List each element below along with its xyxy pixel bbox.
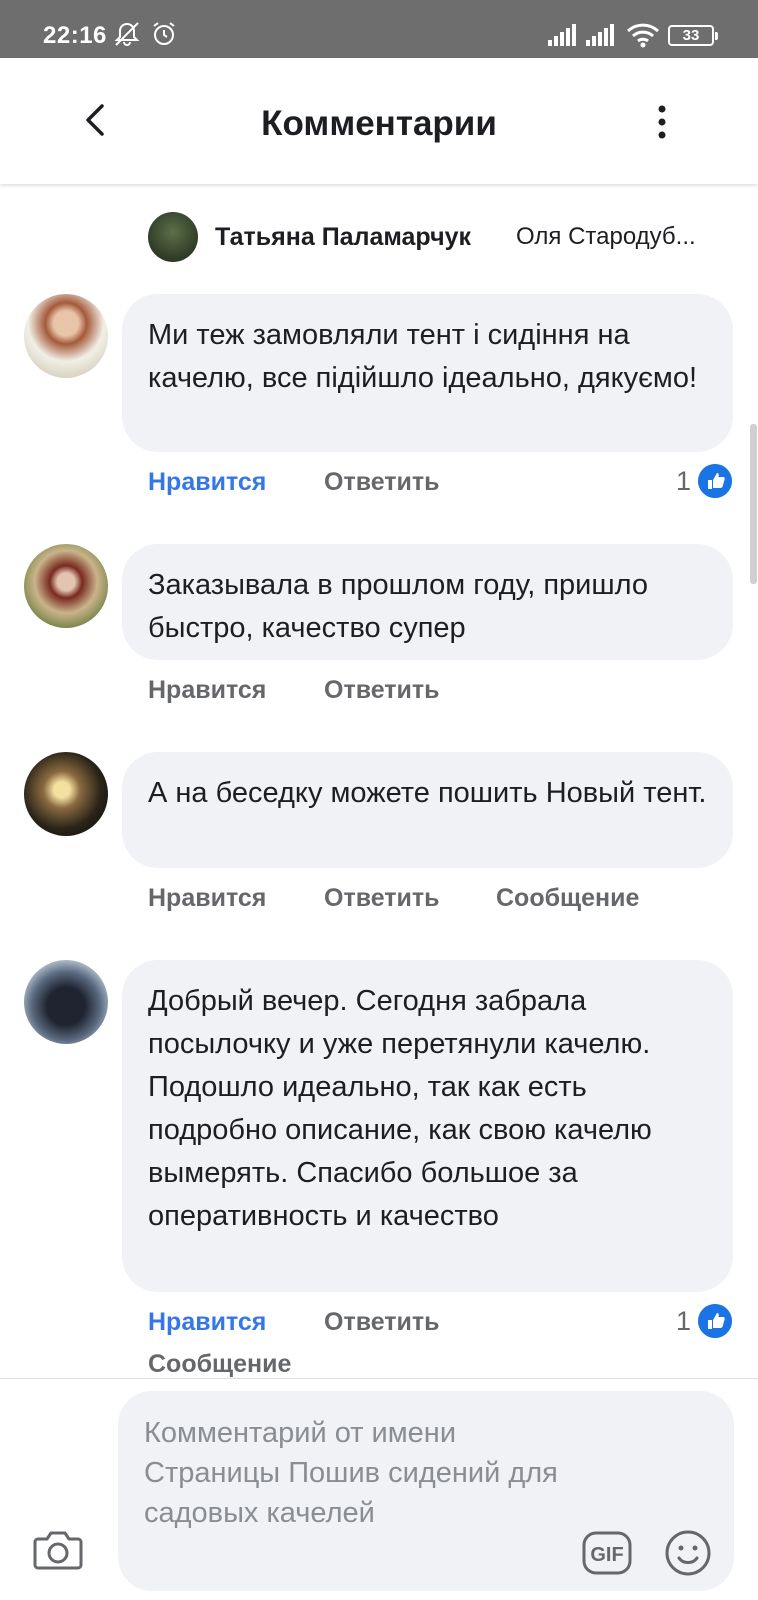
gif-label: GIF bbox=[590, 1544, 623, 1566]
reaction-summary[interactable]: 1 bbox=[676, 464, 734, 500]
wifi-icon bbox=[626, 23, 660, 48]
battery-icon: 33 bbox=[668, 25, 718, 46]
status-bar: 22:16 33 bbox=[0, 0, 758, 58]
comment-composer: Комментарий от имени Страницы Пошив сиде… bbox=[0, 1378, 758, 1600]
avatar[interactable] bbox=[24, 294, 108, 378]
gif-icon[interactable]: GIF bbox=[582, 1531, 632, 1575]
comment-actions: Нравится Ответить bbox=[148, 676, 748, 716]
comment-actions: Нравится Ответить Сообщение bbox=[148, 884, 748, 924]
message-button[interactable]: Сообщение bbox=[148, 1350, 291, 1379]
notification-off-icon bbox=[114, 22, 140, 46]
comment-bubble[interactable]: Ми теж замовляли тент і сидіння на качел… bbox=[122, 294, 733, 452]
camera-icon[interactable] bbox=[32, 1527, 84, 1571]
reply-button[interactable]: Ответить bbox=[324, 468, 440, 497]
like-reaction-icon bbox=[698, 464, 732, 498]
alarm-icon bbox=[153, 22, 175, 45]
comment-actions: Нравится Ответить bbox=[148, 468, 748, 508]
reply-button[interactable]: Ответить bbox=[324, 1308, 440, 1337]
reply-context[interactable]: Татьяна Паламарчук Оля Стародуб... bbox=[148, 212, 748, 262]
reply-to-name: Оля Стародуб... bbox=[516, 223, 696, 250]
message-button[interactable]: Сообщение bbox=[496, 884, 639, 913]
top-app-bar: Комментарии bbox=[0, 58, 758, 184]
comment-input[interactable]: Комментарий от имени Страницы Пошив сиде… bbox=[118, 1391, 734, 1591]
reply-button[interactable]: Ответить bbox=[324, 676, 440, 705]
like-reaction-icon bbox=[698, 1304, 732, 1338]
page-title: Комментарии bbox=[261, 104, 497, 143]
avatar[interactable] bbox=[24, 960, 108, 1044]
reaction-count: 1 bbox=[676, 1306, 692, 1336]
signal-icon bbox=[586, 24, 614, 46]
emoji-icon[interactable] bbox=[664, 1529, 712, 1577]
avatar[interactable] bbox=[24, 544, 108, 628]
reply-author-name[interactable]: Татьяна Паламарчук bbox=[215, 223, 471, 252]
reply-button[interactable]: Ответить bbox=[324, 884, 440, 913]
like-button[interactable]: Нравится bbox=[148, 884, 266, 913]
like-button[interactable]: Нравится bbox=[148, 468, 266, 497]
avatar bbox=[148, 212, 198, 262]
comment-text: А на беседку можете пошить Новый тент. bbox=[148, 777, 707, 809]
scrollbar[interactable] bbox=[750, 424, 757, 584]
comment-text: Заказывала в прошлом году, пришло быстро… bbox=[148, 569, 649, 644]
like-button[interactable]: Нравится bbox=[148, 676, 266, 705]
status-time: 22:16 bbox=[43, 22, 107, 49]
comment-text: Ми теж замовляли тент і сидіння на качел… bbox=[148, 319, 698, 394]
reaction-summary[interactable]: 1 bbox=[676, 1304, 734, 1340]
comment-bubble[interactable]: А на беседку можете пошить Новый тент. bbox=[122, 752, 733, 868]
like-button[interactable]: Нравится bbox=[148, 1308, 266, 1337]
comment-input-placeholder: Комментарий от имени Страницы Пошив сиде… bbox=[144, 1417, 558, 1529]
reaction-count: 1 bbox=[676, 466, 692, 496]
signal-icon bbox=[548, 24, 576, 46]
comment-text: Добрый вечер. Сегодня забрала посылочку … bbox=[148, 985, 652, 1232]
battery-level: 33 bbox=[682, 27, 700, 44]
avatar[interactable] bbox=[24, 752, 108, 836]
comment-bubble[interactable]: Заказывала в прошлом году, пришло быстро… bbox=[122, 544, 733, 660]
more-icon[interactable] bbox=[650, 102, 674, 142]
comment-bubble[interactable]: Добрый вечер. Сегодня забрала посылочку … bbox=[122, 960, 733, 1292]
